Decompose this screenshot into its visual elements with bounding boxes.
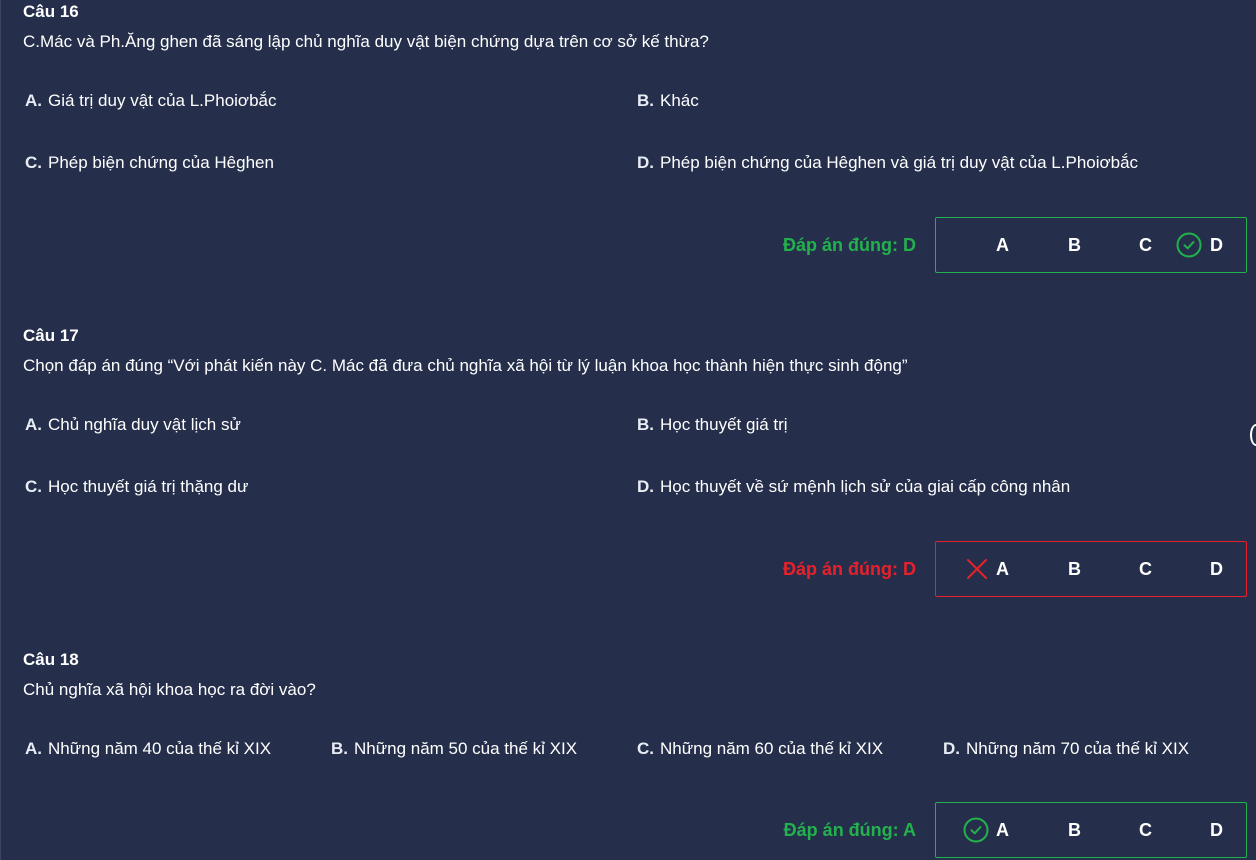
option-d: D. Học thuyết về sứ mệnh lịch sử của giai… [637,476,1070,498]
option-c: C. Những năm 60 của thế kỉ XIX [637,738,883,760]
option-letter: D. [637,153,654,172]
option-text: Chủ nghĩa duy vật lịch sử [48,415,241,434]
choice-d[interactable]: D [1210,218,1223,272]
option-letter: C. [637,739,654,758]
answer-choices-box: A B C D [935,802,1247,858]
choice-b[interactable]: B [1068,542,1081,596]
question-title: Câu 16 [23,2,79,21]
option-letter: C. [25,153,42,172]
option-letter: A. [25,91,42,110]
option-c: C. Phép biện chứng của Hêghen [25,152,274,174]
question-text: Chọn đáp án đúng “Với phát kiến này C. M… [23,356,908,375]
option-letter: C. [25,477,42,496]
option-letter: B. [637,91,654,110]
option-c: C. Học thuyết giá trị thặng dư [25,476,248,498]
x-icon [967,559,987,579]
choice-a[interactable]: A [996,542,1009,596]
choice-c[interactable]: C [1139,218,1152,272]
option-b: B. Học thuyết giá trị [637,414,788,436]
choice-b[interactable]: B [1068,218,1081,272]
option-text: Học thuyết về sứ mệnh lịch sử của giai c… [660,477,1071,496]
option-letter: A. [25,415,42,434]
correct-answer-label: Đáp án đúng: D [783,235,916,255]
option-a: A. Chủ nghĩa duy vật lịch sử [25,414,241,436]
option-text: Những năm 60 của thế kỉ XIX [660,739,884,758]
option-letter: D. [943,739,960,758]
option-d: D. Phép biện chứng của Hêghen và giá trị … [637,152,1138,174]
choice-a[interactable]: A [996,803,1009,857]
scroll-to-top-button[interactable] [1250,424,1256,446]
option-text: Học thuyết giá trị thặng dư [48,477,249,496]
option-letter: D. [637,477,654,496]
option-a: A. Những năm 40 của thế kỉ XIX [25,738,271,760]
correct-answer-label: Đáp án đúng: D [783,559,916,579]
option-text: Những năm 40 của thế kỉ XIX [48,739,272,758]
check-circle-icon [963,817,989,843]
option-text: Khác [660,91,699,110]
correct-answer-label: Đáp án đúng: A [783,820,916,840]
option-text: Phép biện chứng của Hêghen [48,153,274,172]
answer-choices-box: A B C D [935,541,1247,597]
choice-a[interactable]: A [996,218,1009,272]
question-text: C.Mác và Ph.Ăng ghen đã sáng lập chủ ngh… [23,32,709,51]
question-title: Câu 17 [23,326,79,345]
option-b: B. Khác [637,90,699,112]
option-text: Những năm 70 của thế kỉ XIX [966,739,1190,758]
option-text: Học thuyết giá trị [660,415,788,434]
option-d: D. Những năm 70 của thế kỉ XIX [943,738,1189,760]
check-circle-icon [1176,232,1202,258]
quiz-results-page: Câu 16 C.Mác và Ph.Ăng ghen đã sáng lập … [0,0,1256,860]
choice-d[interactable]: D [1210,803,1223,857]
option-letter: B. [637,415,654,434]
choice-c[interactable]: C [1139,542,1152,596]
choice-b[interactable]: B [1068,803,1081,857]
option-text: Giá trị duy vật của L.Phoiơbắc [48,91,277,110]
question-text: Chủ nghĩa xã hội khoa học ra đời vào? [23,680,316,699]
choice-d[interactable]: D [1210,542,1223,596]
option-letter: A. [25,739,42,758]
choice-c[interactable]: C [1139,803,1152,857]
option-letter: B. [331,739,348,758]
option-a: A. Giá trị duy vật của L.Phoiơbắc [25,90,277,112]
question-title: Câu 18 [23,650,79,669]
option-b: B. Những năm 50 của thế kỉ XIX [331,738,577,760]
option-text: Những năm 50 của thế kỉ XIX [354,739,578,758]
option-text: Phép biện chứng của Hêghen và giá trị du… [660,153,1139,172]
answer-choices-box: A B C D [935,217,1247,273]
